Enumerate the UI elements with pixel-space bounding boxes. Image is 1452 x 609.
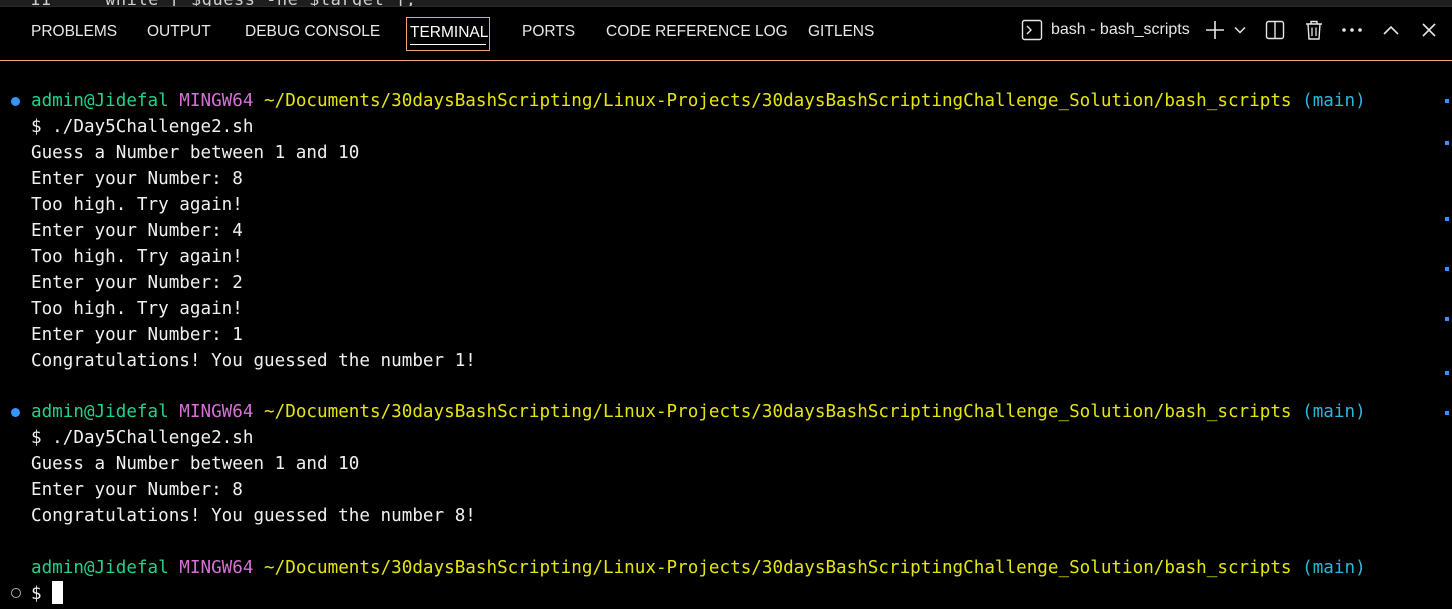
trash-icon[interactable] — [1303, 15, 1325, 45]
terminal-icon[interactable] — [1020, 15, 1044, 45]
command-line: $ ./Day5Challenge2.sh — [31, 428, 254, 448]
tab-terminal[interactable]: TERMINAL — [406, 17, 490, 51]
scroll-marker — [1445, 99, 1449, 103]
vscode-panel: 11 while [ $guess -ne $target ]; PROBLEM… — [0, 0, 1452, 609]
prompt-line: admin@Jidefal MINGW64 ~/Documents/30days… — [31, 399, 1366, 425]
close-icon[interactable] — [1419, 15, 1439, 45]
prompt-system: MINGW64 — [179, 91, 254, 111]
prompt-user: admin@Jidefal — [31, 558, 169, 578]
panel-tab-bar: PROBLEMS OUTPUT DEBUG CONSOLE TERMINAL P… — [0, 6, 1452, 59]
tab-ports[interactable]: PORTS — [519, 17, 578, 51]
output-line: Too high. Try again! — [31, 247, 243, 267]
prompt-branch: (main) — [1302, 402, 1366, 422]
command-line: $ ./Day5Challenge2.sh — [31, 117, 254, 137]
scroll-marker — [1445, 217, 1449, 221]
prompt-branch: (main) — [1302, 558, 1366, 578]
tab-gitlens[interactable]: GITLENS — [805, 17, 877, 51]
output-line: Guess a Number between 1 and 10 — [31, 143, 360, 163]
scroll-marker — [1445, 317, 1449, 321]
terminal-output[interactable]: admin@Jidefal MINGW64 ~/Documents/30days… — [0, 61, 1440, 609]
output-line: Guess a Number between 1 and 10 — [31, 454, 360, 474]
tab-problems[interactable]: PROBLEMS — [28, 17, 120, 51]
terminal-scrollbar[interactable] — [1440, 61, 1452, 609]
output-line: Too high. Try again! — [31, 195, 243, 215]
tab-output[interactable]: OUTPUT — [144, 17, 214, 51]
input-line[interactable]: $ — [31, 581, 63, 607]
plus-icon[interactable] — [1204, 15, 1226, 45]
chevron-down-icon[interactable] — [1232, 15, 1248, 45]
scroll-marker — [1445, 371, 1449, 375]
current-prompt-symbol: $ — [31, 584, 42, 604]
prompt-line: admin@Jidefal MINGW64 ~/Documents/30days… — [31, 555, 1366, 581]
command-pending-marker[interactable] — [11, 588, 21, 598]
output-line: Enter your Number: 8 — [31, 169, 243, 189]
split-icon[interactable] — [1264, 15, 1286, 45]
tab-debug-console[interactable]: DEBUG CONSOLE — [242, 17, 383, 51]
prompt-line: admin@Jidefal MINGW64 ~/Documents/30days… — [31, 88, 1366, 114]
output-line: Enter your Number: 2 — [31, 273, 243, 293]
command-success-marker[interactable] — [11, 408, 20, 417]
prompt-system: MINGW64 — [179, 402, 254, 422]
terminal-cursor — [51, 581, 63, 604]
prompt-path: ~/Documents/30daysBashScripting/Linux-Pr… — [264, 91, 1292, 111]
prompt-branch: (main) — [1302, 91, 1366, 111]
prompt-user: admin@Jidefal — [31, 91, 169, 111]
output-line: Enter your Number: 1 — [31, 325, 243, 345]
tab-code-reference-log[interactable]: CODE REFERENCE LOG — [603, 17, 791, 51]
maximize-icon[interactable] — [1381, 15, 1401, 45]
command-success-marker[interactable] — [11, 97, 20, 106]
output-line: Congratulations! You guessed the number … — [31, 506, 476, 526]
active-terminal-name[interactable]: bash - bash_scripts — [1051, 15, 1190, 45]
output-line: Too high. Try again! — [31, 299, 243, 319]
prompt-path: ~/Documents/30daysBashScripting/Linux-Pr… — [264, 558, 1292, 578]
scroll-marker — [1445, 141, 1449, 145]
ellipsis-icon[interactable] — [1340, 15, 1364, 45]
output-line: Enter your Number: 4 — [31, 221, 243, 241]
prompt-user: admin@Jidefal — [31, 402, 169, 422]
output-line: Congratulations! You guessed the number … — [31, 351, 476, 371]
scroll-marker — [1445, 267, 1449, 271]
output-line: Enter your Number: 8 — [31, 480, 243, 500]
prompt-path: ~/Documents/30daysBashScripting/Linux-Pr… — [264, 402, 1292, 422]
scroll-marker — [1445, 411, 1449, 415]
prompt-system: MINGW64 — [179, 558, 254, 578]
